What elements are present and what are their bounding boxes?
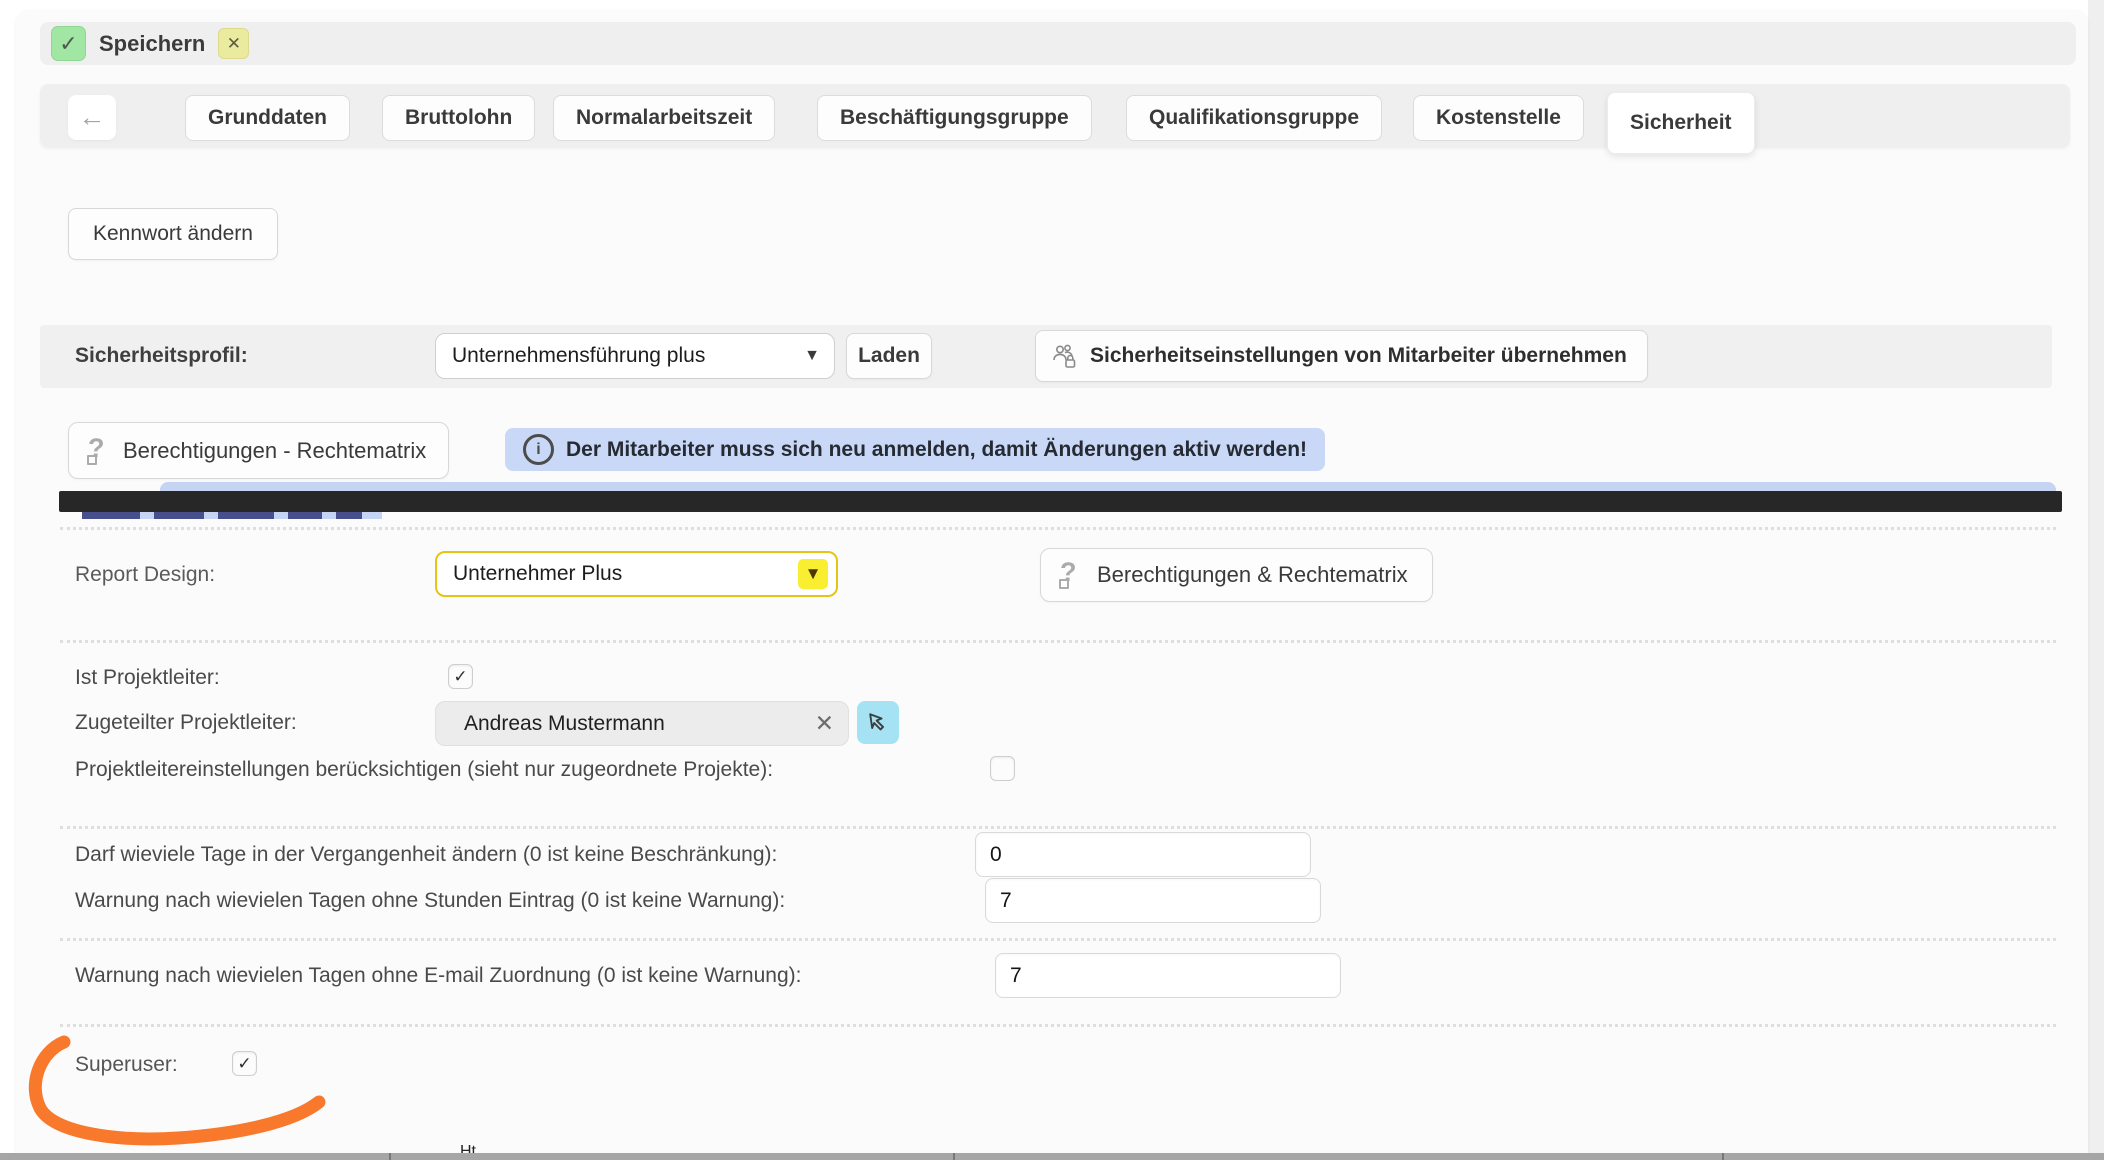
report-design-select[interactable]: Unternehmer Plus ▼ (435, 551, 838, 597)
permissions-matrix-label-2: Berechtigungen & Rechtematrix (1097, 562, 1408, 588)
security-profile-select[interactable]: Unternehmensführung plus ▼ (435, 333, 835, 379)
permissions-matrix-label: Berechtigungen - Rechtematrix (123, 438, 426, 464)
tab-normalarbeitszeit[interactable]: Normalarbeitszeit (553, 95, 775, 141)
section-separator (60, 527, 2056, 530)
hours-warning-input[interactable] (985, 878, 1321, 923)
back-button[interactable]: ← (68, 95, 116, 140)
check-icon: ✓ (453, 667, 467, 687)
chevron-down-icon: ▼ (805, 564, 822, 584)
save-label: Speichern (99, 31, 205, 57)
load-profile-button[interactable]: Laden (846, 333, 932, 379)
superuser-checkbox[interactable]: ✓ (232, 1051, 257, 1076)
pick-project-leader-button[interactable] (857, 701, 899, 744)
save-confirm-button[interactable]: ✓ (51, 26, 86, 61)
check-icon: ✓ (237, 1054, 251, 1074)
email-warning-input[interactable] (995, 953, 1341, 998)
section-separator (60, 640, 2056, 643)
question-icon: ? (1057, 560, 1081, 590)
save-toolbar: ✓ Speichern ✕ (40, 22, 2076, 65)
edge-divider (1722, 1153, 1724, 1160)
relogin-notice: i Der Mitarbeiter muss sich neu anmelden… (505, 428, 1325, 471)
redacted-text-fragments (82, 512, 382, 519)
edge-divider (953, 1153, 955, 1160)
tab-kostenstelle[interactable]: Kostenstelle (1413, 95, 1584, 141)
copy-security-settings-label: Sicherheitseinstellungen von Mitarbeiter… (1090, 344, 1627, 368)
edge-divider (389, 1153, 391, 1160)
tab-sicherheit[interactable]: Sicherheit (1607, 92, 1755, 154)
save-cancel-button[interactable]: ✕ (218, 28, 249, 59)
users-lock-icon (1050, 342, 1078, 370)
arrow-left-icon: ← (79, 102, 106, 133)
copy-security-settings-button[interactable]: Sicherheitseinstellungen von Mitarbeiter… (1035, 330, 1648, 382)
section-separator (60, 938, 2056, 941)
section-separator (60, 826, 2056, 829)
tab-grunddaten[interactable]: Grunddaten (185, 95, 350, 141)
report-design-value: Unternehmer Plus (453, 562, 622, 586)
window-bottom-edge (0, 1153, 2104, 1160)
cursor-icon (865, 709, 892, 736)
relogin-notice-text: Der Mitarbeiter muss sich neu anmelden, … (566, 438, 1307, 462)
chevron-down-icon: ▼ (804, 347, 820, 365)
change-password-button[interactable]: Kennwort ändern (68, 208, 278, 260)
clipped-text: Ht (460, 1144, 500, 1153)
superuser-label: Superuser: (75, 1052, 178, 1078)
page-gutter (2088, 0, 2104, 1160)
assigned-project-leader-field[interactable]: Andreas Mustermann ✕ (435, 701, 849, 746)
consider-settings-label: Projektleitereinstellungen berücksichtig… (75, 757, 773, 783)
close-icon: ✕ (227, 34, 241, 54)
tab-qualifikationsgruppe[interactable]: Qualifikationsgruppe (1126, 95, 1382, 141)
permissions-matrix-button-2[interactable]: ? Berechtigungen & Rechtematrix (1040, 548, 1433, 602)
report-design-label: Report Design: (75, 562, 215, 588)
tab-bruttolohn[interactable]: Bruttolohn (382, 95, 535, 141)
check-icon: ✓ (59, 31, 77, 57)
email-warning-label: Warnung nach wievielen Tagen ohne E-mail… (75, 963, 801, 989)
past-days-label: Darf wieviele Tage in der Vergangenheit … (75, 842, 777, 868)
redaction-bar (59, 491, 2062, 512)
question-icon: ? (85, 436, 109, 466)
clear-icon[interactable]: ✕ (815, 712, 834, 735)
permissions-matrix-button[interactable]: ? Berechtigungen - Rechtematrix (68, 422, 449, 479)
hours-warning-label: Warnung nach wievielen Tagen ohne Stunde… (75, 888, 785, 914)
section-separator (60, 1024, 2056, 1027)
is-project-leader-checkbox[interactable]: ✓ (448, 664, 473, 689)
tab-beschaeftigungsgruppe[interactable]: Beschäftigungsgruppe (817, 95, 1092, 141)
consider-settings-checkbox[interactable] (990, 756, 1015, 781)
is-project-leader-label: Ist Projektleiter: (75, 665, 220, 691)
dropdown-highlight: ▼ (798, 559, 828, 589)
assigned-project-leader-value: Andreas Mustermann (464, 712, 665, 736)
security-profile-label: Sicherheitsprofil: (75, 343, 248, 369)
assigned-project-leader-label: Zugeteilter Projektleiter: (75, 710, 297, 736)
past-days-input[interactable] (975, 832, 1311, 877)
security-profile-value: Unternehmensführung plus (452, 344, 705, 368)
info-icon: i (523, 434, 554, 465)
